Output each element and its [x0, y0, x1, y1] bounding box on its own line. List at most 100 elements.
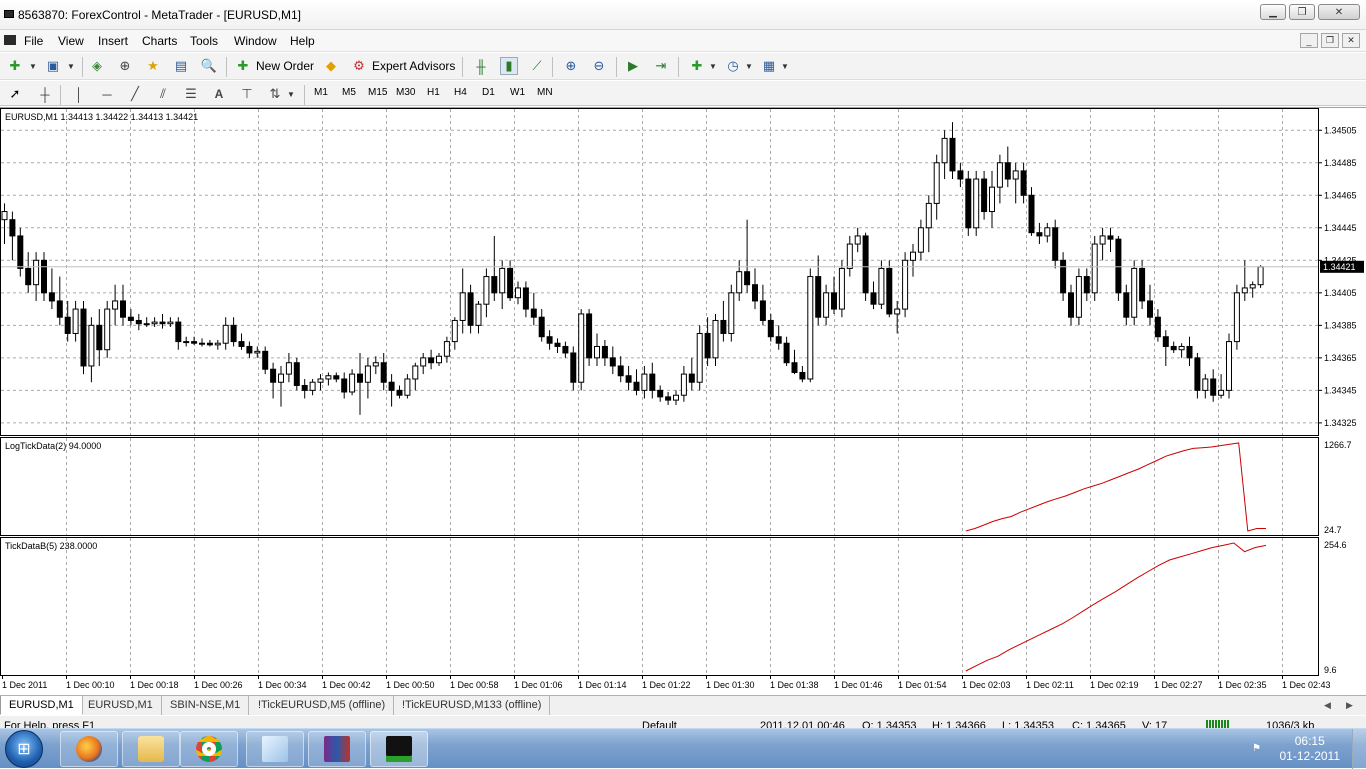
menu-window[interactable]: Window	[234, 34, 277, 48]
timeframe-h4-button[interactable]: H4	[454, 87, 467, 98]
equidistant-channel-icon[interactable]: ⫽	[154, 85, 172, 103]
mdi-close-button[interactable]: ✕	[1342, 33, 1360, 48]
expert-advisors-button[interactable]: Expert Advisors	[372, 59, 455, 73]
terminal-icon[interactable]: ▤	[172, 57, 190, 75]
chart-shift-icon[interactable]: ⇥	[652, 57, 670, 75]
market-watch-icon[interactable]: ◈	[88, 57, 106, 75]
navigator-icon[interactable]: ★	[144, 57, 162, 75]
candle-bear	[554, 342, 561, 347]
time-axis-label: 1 Dec 01:38	[770, 680, 819, 690]
chart-window[interactable]: 1 Dec 2011 1 Dec 00:10 1 Dec 00:18 1 Dec 00…	[0, 107, 1366, 694]
vertical-line-icon[interactable]: │	[70, 85, 88, 103]
chrome-taskbar-button[interactable]	[180, 731, 238, 767]
timeframe-m15-button[interactable]: M15	[368, 87, 387, 98]
indicator2-panel-border	[0, 537, 1319, 676]
tab-tickeurusd-m5[interactable]: !TickEURUSD,M5 (offline)	[250, 696, 395, 715]
candle-bear	[96, 324, 103, 351]
tab-tickeurusd-m133[interactable]: !TickEURUSD,M133 (offline)	[394, 696, 551, 715]
menu-view[interactable]: View	[58, 34, 84, 48]
arrows-dropdown-icon[interactable]: ▼	[282, 85, 300, 103]
tabs-scroll-left-icon[interactable]: ◀	[1324, 700, 1331, 711]
metatrader-taskbar-button[interactable]	[370, 731, 428, 767]
taskbar-clock[interactable]: 06:15 01-12-2011	[1280, 734, 1341, 764]
candle-bull	[712, 319, 719, 359]
price-axis-label: 1.34465	[1324, 190, 1357, 200]
tab-eurusd-m1-active[interactable]: EURUSD,M1	[0, 696, 83, 715]
window-title: 8563870: ForexControl - MetaTrader - [EU…	[18, 8, 301, 22]
candle-bear	[562, 345, 569, 354]
candle-bull	[973, 178, 980, 229]
profiles-dropdown-icon[interactable]: ▼	[62, 57, 80, 75]
strategy-tester-icon[interactable]: 🔍	[200, 57, 218, 75]
tab-eurusd-m1[interactable]: EURUSD,M1	[80, 696, 162, 715]
firefox-taskbar-button[interactable]	[60, 731, 118, 767]
candle-bear	[870, 292, 877, 305]
maximize-button[interactable]: ❐	[1289, 4, 1315, 20]
timeframe-d1-button[interactable]: D1	[482, 87, 495, 98]
new-order-icon[interactable]: ✚	[234, 57, 252, 75]
profiles-icon[interactable]: ▣	[44, 57, 62, 75]
close-button[interactable]: ✕	[1318, 4, 1360, 20]
metatrader-icon	[386, 736, 412, 762]
candle-bull	[33, 259, 40, 286]
timeframe-m5-button[interactable]: M5	[342, 87, 356, 98]
horizontal-line-icon[interactable]: ─	[98, 85, 116, 103]
indicator1-min-label: 24.7	[1324, 525, 1342, 535]
candle-bear	[17, 235, 24, 269]
toolbar-separator	[82, 57, 83, 77]
crosshair-icon[interactable]: ┼	[36, 85, 54, 103]
new-chart-icon[interactable]: ✚	[6, 57, 24, 75]
candle-bear	[775, 336, 782, 344]
candle-bull	[1044, 227, 1051, 237]
zoom-out-icon[interactable]: ⊖	[590, 57, 608, 75]
text-label-icon[interactable]: ⊤	[238, 85, 256, 103]
expert-advisors-icon[interactable]: ⚙	[350, 57, 368, 75]
time-axis-label: 1 Dec 00:26	[194, 680, 243, 690]
candlestick-chart-icon[interactable]: ▮	[500, 57, 518, 75]
candle-bear	[617, 365, 624, 377]
text-icon[interactable]: A	[210, 85, 228, 103]
line-chart-icon[interactable]: ⟋	[528, 57, 546, 75]
timeframe-mn-button[interactable]: MN	[537, 87, 553, 98]
new-order-button[interactable]: New Order	[256, 59, 314, 73]
notepad-taskbar-button[interactable]	[246, 731, 304, 767]
mdi-restore-button[interactable]: ❐	[1321, 33, 1339, 48]
start-button[interactable]: ⊞	[5, 730, 43, 768]
timeframe-m1-button[interactable]: M1	[314, 87, 328, 98]
action-center-flag-icon[interactable]: ⚑	[1252, 743, 1264, 755]
tabs-scroll-right-icon[interactable]: ▶	[1346, 700, 1353, 711]
menu-tools[interactable]: Tools	[190, 34, 218, 48]
winrar-taskbar-button[interactable]	[308, 731, 366, 767]
tab-sbin-nse-m1[interactable]: SBIN-NSE,M1	[162, 696, 250, 715]
menu-help[interactable]: Help	[290, 34, 315, 48]
fibonacci-icon[interactable]: ☰	[182, 85, 200, 103]
timeframe-w1-button[interactable]: W1	[510, 87, 525, 98]
new-chart-dropdown-icon[interactable]: ▼	[24, 57, 42, 75]
trendline-icon[interactable]: ╱	[126, 85, 144, 103]
bar-chart-icon[interactable]: ╫	[472, 57, 490, 75]
chart-canvas[interactable]: 1 Dec 2011 1 Dec 00:10 1 Dec 00:18 1 Dec 00…	[0, 108, 1366, 695]
candle-bull	[1241, 287, 1248, 294]
mdi-controls: _ ❐ ✕	[1300, 33, 1360, 48]
metaeditor-icon[interactable]: ◆	[322, 57, 340, 75]
menu-insert[interactable]: Insert	[98, 34, 128, 48]
cursor-icon[interactable]: ➚	[6, 85, 24, 103]
candle-bull	[917, 227, 924, 253]
menu-file[interactable]: File	[24, 34, 43, 48]
menu-charts[interactable]: Charts	[142, 34, 177, 48]
candle-bull	[499, 267, 506, 294]
winrar-icon	[324, 736, 350, 762]
indicators-dropdown-icon[interactable]: ▼	[704, 57, 722, 75]
timeframe-m30-button[interactable]: M30	[396, 87, 415, 98]
time-axis-label: 1 Dec 01:46	[834, 680, 883, 690]
minimize-button[interactable]: ▁	[1260, 4, 1286, 20]
periods-dropdown-icon[interactable]: ▼	[740, 57, 758, 75]
templates-dropdown-icon[interactable]: ▼	[776, 57, 794, 75]
mdi-minimize-button[interactable]: _	[1300, 33, 1318, 48]
show-desktop-button[interactable]	[1352, 729, 1366, 769]
timeframe-h1-button[interactable]: H1	[427, 87, 440, 98]
auto-scroll-icon[interactable]: ▶	[624, 57, 642, 75]
explorer-taskbar-button[interactable]	[122, 731, 180, 767]
zoom-in-icon[interactable]: ⊕	[562, 57, 580, 75]
data-window-icon[interactable]: ⊕	[116, 57, 134, 75]
